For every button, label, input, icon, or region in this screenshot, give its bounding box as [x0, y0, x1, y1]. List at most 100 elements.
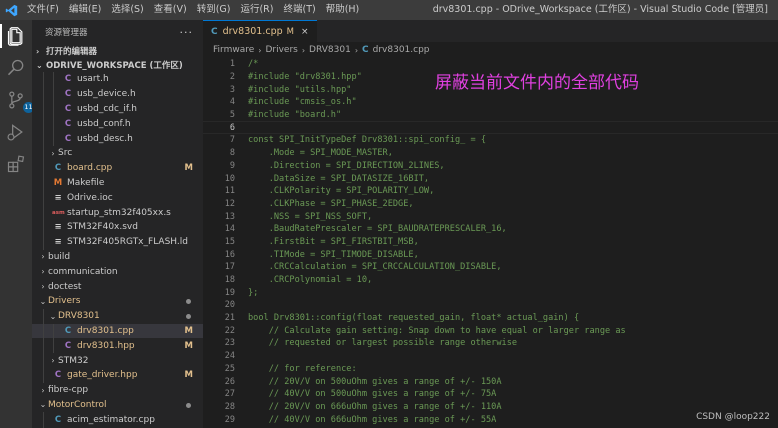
modified-dot-icon [186, 402, 191, 408]
indent-guide [43, 234, 44, 250]
folder-item[interactable]: › Src [32, 145, 203, 161]
code-text: // for reference: [248, 363, 357, 374]
code-text: #include "cmsis_os.h" [248, 97, 357, 108]
file-item[interactable]: Cusb_device.h [32, 86, 203, 102]
code-text: // Calculate gain setting: Snap down to … [248, 325, 626, 336]
file-item[interactable]: Cgate_driver.hpp M [32, 367, 203, 383]
code-line: 27 // 40V/V on 500uOhm gives a range of … [203, 388, 778, 401]
code-line: 15 .FirstBit = SPI_FIRSTBIT_MSB, [203, 236, 778, 249]
line-number: 4 [229, 97, 235, 108]
git-status-badge: M [184, 325, 193, 336]
folder-item[interactable]: › communication [32, 264, 203, 279]
txt-file-icon: ≡ [54, 222, 62, 233]
open-editors-section[interactable]: › 打开的编辑器 [32, 44, 203, 58]
file-name: drv8301.cpp [77, 325, 134, 336]
chevron-right-icon: › [36, 46, 40, 56]
file-item[interactable]: ≡ Odrive.ioc [32, 190, 203, 206]
code-text: }; [248, 287, 259, 298]
file-item[interactable]: asm startup_stm32f405xx.s [32, 205, 203, 220]
line-number: 25 [224, 363, 235, 374]
file-item[interactable]: Cusbd_cdc_if.h [32, 101, 203, 117]
folder-item[interactable]: › fibre-cpp [32, 383, 203, 398]
file-item[interactable]: ≡ STM32F405RGTx_FLASH.ld [32, 234, 203, 250]
line-number: 8 [229, 148, 235, 159]
tab-label: drv8301.cpp [222, 26, 283, 37]
file-item[interactable]: Cusbd_conf.h [32, 116, 203, 132]
line-number: 28 [224, 401, 235, 412]
workspace-section[interactable]: ⌄ ODRIVE_WORKSPACE (工作区) [32, 58, 203, 72]
file-item[interactable]: Cdrv8301.cpp M [32, 323, 203, 339]
search-icon[interactable] [6, 58, 26, 78]
menu-item[interactable]: 编辑(E) [64, 0, 106, 20]
explorer-title: 资源管理器 [45, 28, 88, 38]
file-name: drv8301.hpp [77, 340, 135, 351]
file-name: startup_stm32f405xx.s [67, 207, 171, 218]
close-icon[interactable]: × [301, 27, 309, 37]
line-number: 24 [224, 351, 235, 362]
file-item[interactable]: ≡ STM32F40x.svd [32, 219, 203, 235]
file-tree: Cusart.h Cusb_device.h Cusbd_cdc_if.h Cusbd… [32, 72, 203, 428]
menu-item[interactable]: 运行(R) [235, 0, 278, 20]
line-number: 10 [224, 173, 235, 184]
open-editors-label: 打开的编辑器 [46, 47, 98, 57]
file-item[interactable]: Cacim_estimator.cpp [32, 412, 203, 428]
tab-drv8301-cpp[interactable]: C drv8301.cpp M × [203, 20, 317, 42]
breadcrumb-item[interactable]: DRV8301 [309, 45, 351, 55]
folder-item[interactable]: › build [32, 250, 203, 265]
file-item[interactable]: M Makefile [32, 175, 203, 191]
run-debug-icon[interactable] [6, 122, 26, 142]
folder-item[interactable]: ⌄ Drivers [32, 294, 203, 309]
line-number: 29 [224, 414, 235, 425]
code-line: 5 #include "board.h" [203, 109, 778, 122]
annotation-text: 屏蔽当前文件内的全部代码 [435, 73, 639, 93]
extensions-icon[interactable] [6, 154, 26, 174]
file-item[interactable]: Cboard.cpp M [32, 160, 203, 176]
folder-item[interactable]: ⌄ DRV8301 [32, 308, 203, 324]
indent-guide [43, 131, 44, 146]
modified-dot-icon [186, 313, 191, 319]
more-actions-icon[interactable]: ··· [180, 26, 194, 39]
source-control-icon[interactable]: 11 [6, 90, 34, 113]
file-item[interactable]: Cdrv8301.hpp M [32, 338, 203, 354]
indent-guide [43, 160, 44, 176]
code-line: 21 bool Drv8301::config(float requested_g… [203, 312, 778, 325]
file-item[interactable]: Cusbd_desc.h [32, 131, 203, 146]
file-name: doctest [48, 281, 82, 292]
code-text: .Mode = SPI_MODE_MASTER, [248, 148, 393, 159]
chevron-right-icon: › [51, 356, 55, 366]
menu-item[interactable]: 文件(F) [22, 0, 64, 20]
title-bar: 文件(F) 编辑(E) 选择(S) 查看(V) 转到(G) 运行(R) 终端(T) 帮助(H)… [0, 0, 778, 20]
file-name: Src [58, 148, 73, 159]
menu-item[interactable]: 终端(T) [278, 0, 320, 20]
menu-item[interactable]: 选择(S) [106, 0, 148, 20]
indent-guide [43, 86, 44, 102]
breadcrumb-item[interactable]: Firmware [213, 45, 254, 55]
indent-guide [43, 205, 44, 220]
breadcrumb-item[interactable]: drv8301.cpp [373, 45, 430, 55]
line-number: 18 [224, 275, 235, 286]
line-number: 9 [229, 160, 235, 171]
explorer-icon[interactable] [6, 26, 26, 46]
file-name: usbd_desc.h [77, 133, 133, 144]
indent-guide [53, 72, 54, 87]
menu-item[interactable]: 转到(G) [192, 0, 236, 20]
line-number: 6 [229, 122, 235, 133]
activity-bar: 11 [0, 20, 34, 428]
indent-guide [43, 412, 44, 428]
file-name: STM32F40x.svd [67, 222, 138, 233]
menu-item[interactable]: 查看(V) [149, 0, 192, 20]
folder-item[interactable]: ⌄ MotorControl [32, 398, 203, 413]
window-title: drv8301.cpp - ODrive_Workspace (工作区) - V… [432, 4, 768, 15]
folder-item[interactable]: › doctest [32, 279, 203, 294]
file-item[interactable]: Cusart.h [32, 72, 203, 87]
menu-item[interactable]: 帮助(H) [321, 0, 365, 20]
file-name: acim_estimator.cpp [67, 414, 155, 425]
folder-item[interactable]: › STM32 [32, 353, 203, 368]
code-editor[interactable]: 1 /* 2 #include "drv8301.hpp" 3 #include "uti… [203, 58, 778, 426]
chevron-right-icon: › [301, 45, 306, 55]
asm-file-icon: asm [52, 209, 65, 216]
line-number: 21 [224, 313, 235, 324]
breadcrumb-item[interactable]: Drivers [265, 45, 297, 55]
code-text: .BaudRatePrescaler = SPI_BAUDRATEPRESCAL… [248, 224, 507, 235]
explorer-header: 资源管理器 ··· [32, 20, 203, 44]
